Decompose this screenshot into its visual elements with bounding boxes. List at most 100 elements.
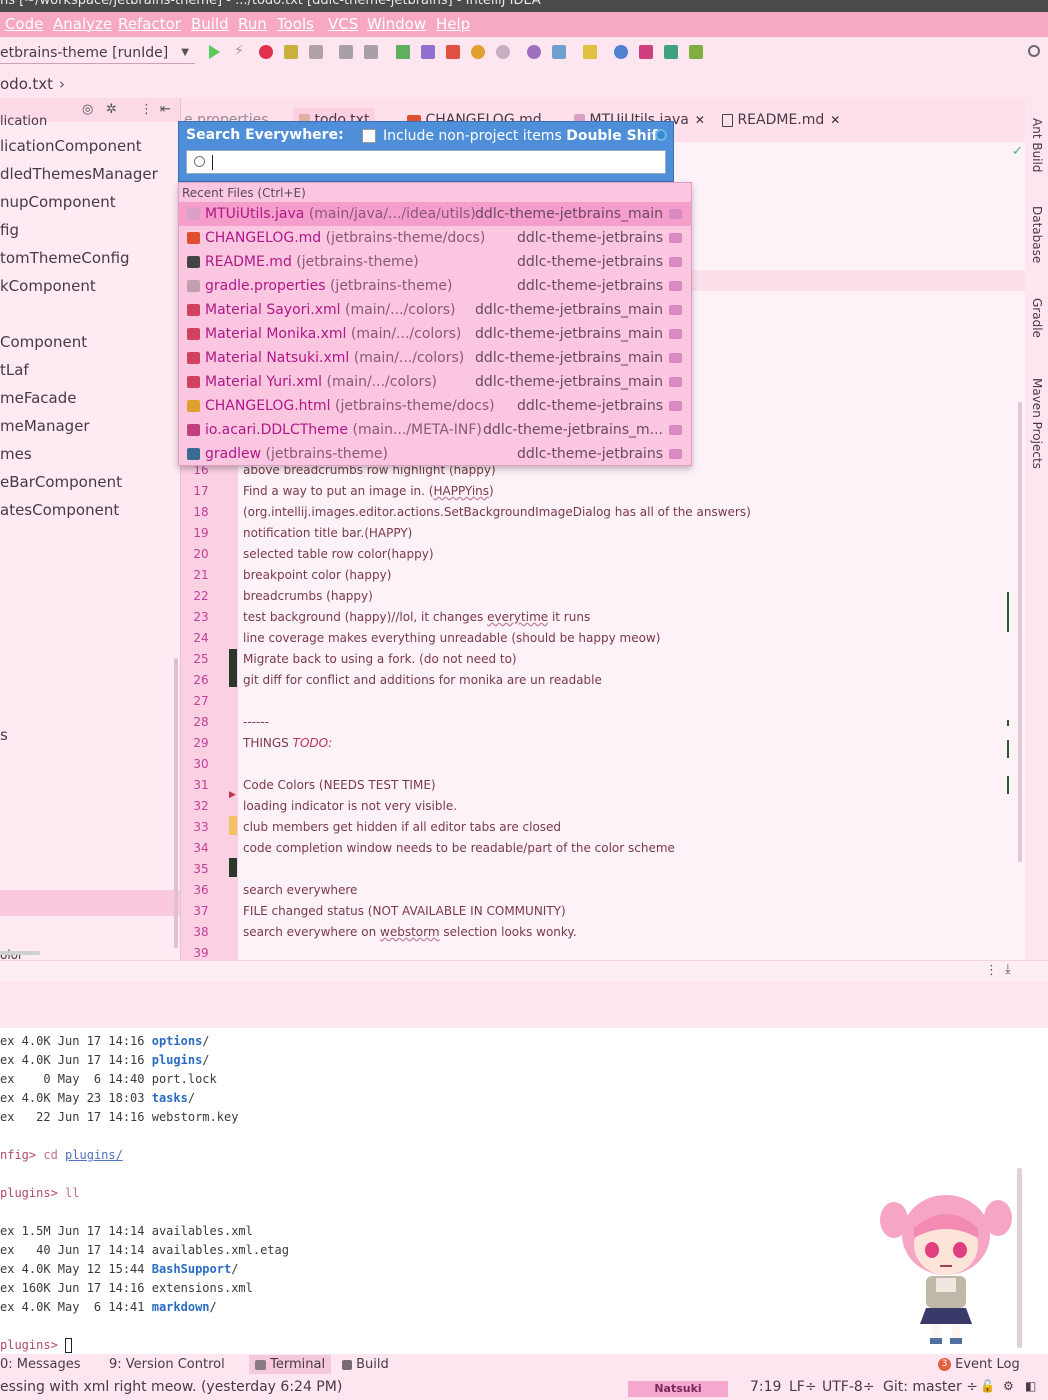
run-icon[interactable] bbox=[209, 45, 220, 59]
horizontal-scrollbar[interactable] bbox=[0, 951, 40, 955]
layout-icon[interactable] bbox=[639, 45, 653, 59]
structure-icon[interactable] bbox=[552, 45, 566, 59]
menu-tools[interactable]: Tools bbox=[277, 15, 314, 33]
hector-icon[interactable]: ⚙ bbox=[1003, 1379, 1014, 1393]
close-icon[interactable]: ✕ bbox=[695, 113, 705, 127]
tree-item[interactable]: licationComponent bbox=[0, 137, 142, 155]
tree-item[interactable]: tLaf bbox=[0, 361, 29, 379]
plugin-icon[interactable] bbox=[689, 45, 703, 59]
close-icon[interactable]: ✕ bbox=[830, 113, 840, 127]
editor-scrollbar[interactable] bbox=[1018, 402, 1022, 862]
more-icon[interactable]: ⋮ bbox=[985, 963, 998, 978]
recent-file-item[interactable]: Material Yuri.xml (main/.../colors) ddlc-… bbox=[179, 370, 691, 394]
settings-gear-icon[interactable] bbox=[655, 129, 667, 141]
menu-analyze[interactable]: Analyze bbox=[53, 15, 112, 33]
vcs-update-icon[interactable] bbox=[446, 45, 460, 59]
vcs-modified-marker[interactable] bbox=[229, 816, 237, 835]
vcs-change-marker[interactable] bbox=[229, 668, 237, 687]
recent-file-item[interactable]: Material Monika.xml (main/.../colors) ddl… bbox=[179, 322, 691, 346]
recent-file-item[interactable]: gradle.properties (jetbrains-theme) ddlc-… bbox=[179, 274, 691, 298]
code-line: breadcrumbs (happy) bbox=[243, 589, 373, 603]
menu-window[interactable]: Window bbox=[367, 15, 426, 33]
lock-icon[interactable]: 🔓 bbox=[980, 1379, 995, 1393]
gradle-tool[interactable]: Gradle bbox=[1030, 298, 1044, 338]
stop-icon[interactable] bbox=[309, 45, 323, 59]
build-tool-button[interactable]: Build bbox=[342, 1357, 389, 1372]
tree-item[interactable]: s bbox=[0, 726, 8, 744]
coverage-icon[interactable] bbox=[284, 45, 298, 59]
sdk-icon[interactable] bbox=[583, 45, 597, 59]
maven-tool[interactable]: Maven Projects bbox=[1030, 378, 1044, 469]
event-log-button[interactable]: 3 Event Log bbox=[938, 1357, 1020, 1372]
terminal-text: / bbox=[187, 1091, 196, 1105]
more-icon[interactable]: ⋮ bbox=[140, 102, 153, 117]
recent-file-item[interactable]: Material Natsuki.xml (main/.../colors) dd… bbox=[179, 346, 691, 370]
search-plugin-icon[interactable] bbox=[614, 45, 628, 59]
tree-item[interactable]: mes bbox=[0, 445, 32, 463]
line-number: 22 bbox=[193, 589, 209, 603]
tree-item[interactable]: dledThemesManager bbox=[0, 165, 158, 183]
messages-tool-button[interactable]: 0: Messages bbox=[0, 1357, 81, 1372]
include-non-project-label[interactable]: Include non-project items Double Shift bbox=[383, 128, 664, 144]
recent-file-item[interactable]: gradlew (jetbrains-theme) ddlc-theme-jetb… bbox=[179, 442, 691, 466]
frame-icon[interactable] bbox=[396, 45, 410, 59]
hide-icon[interactable]: ⇤ bbox=[160, 102, 171, 117]
recent-file-item[interactable]: README.md (jetbrains-theme) ddlc-theme-je… bbox=[179, 250, 691, 274]
caret-position[interactable]: 7:19 bbox=[750, 1379, 781, 1395]
version-control-tool-button[interactable]: 9: Version Control bbox=[109, 1357, 225, 1372]
tree-item[interactable]: atesComponent bbox=[0, 501, 119, 519]
download-icon[interactable]: ⤓ bbox=[1005, 962, 1011, 977]
build-icon[interactable] bbox=[339, 45, 353, 59]
menu-vcs[interactable]: VCS bbox=[328, 15, 358, 33]
fold-arrow-icon[interactable]: ▶ bbox=[229, 790, 236, 800]
menu-build[interactable]: Build bbox=[191, 15, 229, 33]
search-icon[interactable] bbox=[1028, 45, 1040, 57]
file-encoding[interactable]: UTF-8÷ bbox=[822, 1379, 875, 1395]
recent-file-item[interactable]: MTUiUtils.java (main/java/.../idea/utils… bbox=[179, 202, 691, 226]
git-branch[interactable]: Git: master ÷ bbox=[883, 1379, 978, 1395]
debug-icon[interactable] bbox=[259, 45, 273, 59]
theme-badge[interactable]: Natsuki bbox=[628, 1381, 728, 1397]
tree-item[interactable]: meFacade bbox=[0, 389, 76, 407]
tree-item[interactable]: tomThemeConfig bbox=[0, 249, 130, 267]
tree-item[interactable]: eBarComponent bbox=[0, 473, 122, 491]
recent-file-item[interactable]: Material Sayori.xml (main/.../colors) ddl… bbox=[179, 298, 691, 322]
line-separator[interactable]: LF÷ bbox=[789, 1379, 817, 1395]
tree-item[interactable]: meManager bbox=[0, 417, 90, 435]
menu-run[interactable]: Run bbox=[238, 15, 267, 33]
tree-item[interactable]: lication bbox=[0, 114, 47, 129]
ant-build-tool[interactable]: Ant Build bbox=[1030, 118, 1044, 172]
run-configuration-select[interactable]: etbrains-theme [runIde] ▼ bbox=[0, 42, 195, 64]
tree-item[interactable]: Component bbox=[0, 333, 87, 351]
send-icon[interactable] bbox=[421, 45, 435, 59]
recent-file-item[interactable]: CHANGELOG.html (jetbrains-theme/docs) ddl… bbox=[179, 394, 691, 418]
vcs-change-marker[interactable] bbox=[229, 649, 237, 668]
vcs-change-marker[interactable] bbox=[229, 858, 237, 877]
revert-icon[interactable] bbox=[496, 45, 510, 59]
tree-item[interactable]: nupComponent bbox=[0, 193, 116, 211]
menu-refactor[interactable]: Refactor bbox=[118, 15, 181, 33]
search-input[interactable] bbox=[186, 150, 666, 174]
include-non-project-checkbox[interactable] bbox=[362, 129, 376, 143]
memory-icon[interactable]: ◧ bbox=[1025, 1379, 1036, 1393]
vertical-scrollbar[interactable] bbox=[174, 658, 178, 948]
history-icon[interactable] bbox=[471, 45, 485, 59]
tasks-icon[interactable] bbox=[664, 45, 678, 59]
breadcrumb-file[interactable]: odo.txt bbox=[0, 75, 53, 93]
collapse-icon[interactable]: ✲ bbox=[106, 102, 117, 117]
terminal-scrollbar[interactable] bbox=[1017, 1168, 1022, 1348]
target-icon[interactable]: ◎ bbox=[82, 102, 93, 117]
tab-readme[interactable]: README.md ✕ bbox=[722, 108, 840, 132]
tree-item[interactable]: fig bbox=[0, 221, 19, 239]
database-tool[interactable]: Database bbox=[1030, 206, 1044, 263]
deploy-icon[interactable] bbox=[364, 45, 378, 59]
lightning-icon[interactable]: ⚡ bbox=[234, 43, 248, 59]
terminal-tool-button[interactable]: Terminal bbox=[249, 1355, 332, 1374]
recent-file-item[interactable]: io.acari.DDLCTheme (main.../META-INF) ddl… bbox=[179, 418, 691, 442]
settings-icon[interactable] bbox=[527, 45, 541, 59]
tree-item[interactable]: kComponent bbox=[0, 277, 96, 295]
recent-file-item[interactable]: CHANGELOG.md (jetbrains-theme/docs) ddlc-… bbox=[179, 226, 691, 250]
menu-help[interactable]: Help bbox=[436, 15, 470, 33]
menu-code[interactable]: Code bbox=[5, 15, 43, 33]
status-message[interactable]: essing with xml right meow. (yesterday 6… bbox=[0, 1379, 342, 1395]
